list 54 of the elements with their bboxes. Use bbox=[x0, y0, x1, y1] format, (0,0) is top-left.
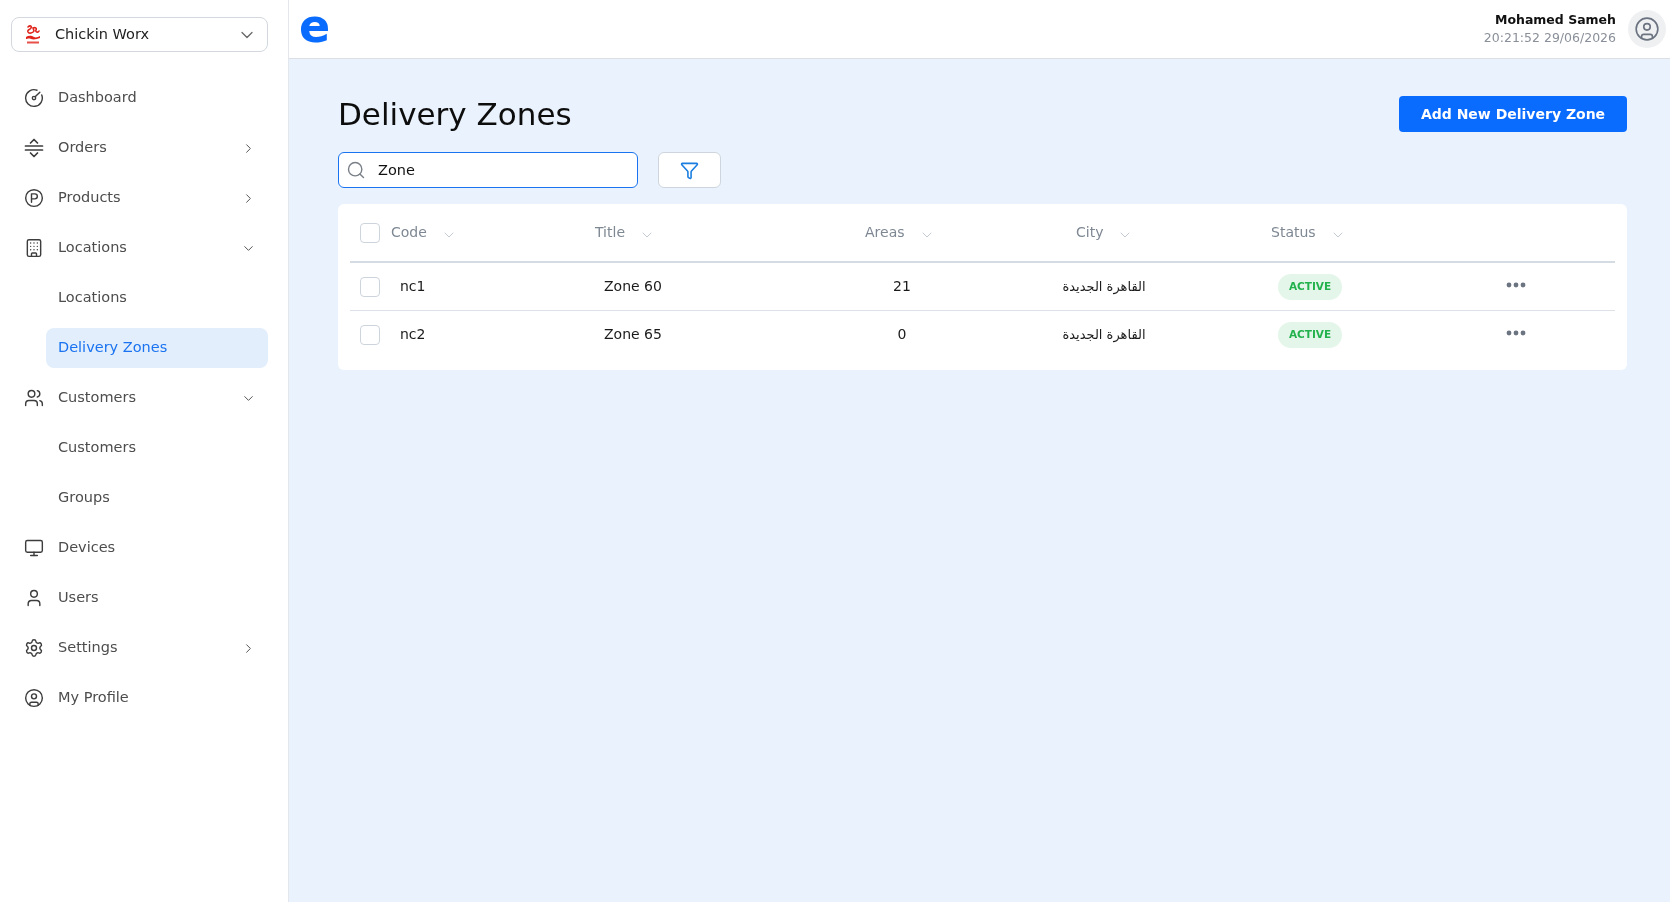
zone-title: Zone 60 bbox=[604, 277, 662, 296]
filter-button[interactable] bbox=[658, 152, 721, 188]
sidebar-subitem[interactable]: Delivery Zones bbox=[46, 328, 268, 368]
app-logo: e bbox=[299, 3, 331, 49]
search-icon bbox=[346, 160, 366, 180]
filter-icon bbox=[680, 160, 699, 180]
status-badge: ACTIVE bbox=[1278, 273, 1342, 300]
sidebar-item[interactable]: Dashboard bbox=[11, 73, 268, 123]
monitor-icon bbox=[24, 538, 44, 558]
zone-code: nc1 bbox=[400, 277, 426, 296]
logo-icon bbox=[25, 24, 41, 45]
column-header[interactable]: Areas bbox=[865, 222, 905, 243]
user-circle-icon bbox=[24, 688, 44, 708]
circled-p-icon bbox=[24, 188, 44, 208]
column-header[interactable]: Code bbox=[391, 222, 427, 243]
users-icon bbox=[24, 388, 44, 408]
add-delivery-zone-button[interactable]: Add New Delivery Zone bbox=[1399, 96, 1627, 132]
sidebar-item[interactable]: Settings bbox=[11, 623, 268, 673]
column-header[interactable]: Status bbox=[1271, 222, 1316, 243]
checkbox[interactable] bbox=[360, 276, 380, 297]
sidebar-item[interactable]: Users bbox=[11, 573, 268, 623]
avatar-icon[interactable] bbox=[1628, 10, 1666, 48]
ellipsis-icon[interactable] bbox=[1506, 281, 1526, 288]
sidebar-item[interactable]: Orders bbox=[11, 123, 268, 173]
user-name: Mohamed Sameh bbox=[1495, 11, 1616, 29]
sidebar-subitem[interactable]: Groups bbox=[46, 478, 268, 518]
city-name: القاهرة الجديدة bbox=[1061, 325, 1147, 345]
zone-code: nc2 bbox=[400, 325, 426, 344]
sidebar-item[interactable]: Devices bbox=[11, 523, 268, 573]
zone-title: Zone 65 bbox=[604, 325, 662, 344]
column-header[interactable]: Title bbox=[595, 222, 625, 243]
sidebar-item[interactable]: Locations bbox=[11, 223, 268, 273]
settings-icon bbox=[24, 638, 44, 658]
areas-count: 0 bbox=[896, 325, 908, 344]
areas-count: 21 bbox=[892, 277, 912, 296]
city-name: القاهرة الجديدة bbox=[1061, 277, 1147, 297]
sidebar-item[interactable]: Products bbox=[11, 173, 268, 223]
sidebar-subitem[interactable]: Customers bbox=[46, 428, 268, 468]
sidebar-item[interactable]: Customers bbox=[11, 373, 268, 423]
gauge-icon bbox=[24, 88, 44, 108]
company-selector[interactable]: Chickin Worx bbox=[11, 17, 268, 52]
checkbox[interactable] bbox=[360, 324, 380, 345]
up-down-arrows-icon bbox=[24, 138, 44, 158]
date-time: 20:21:52 29/06/2026 bbox=[1483, 29, 1616, 47]
building-icon bbox=[24, 238, 44, 258]
search-field[interactable]: Zone bbox=[338, 152, 638, 188]
ellipsis-icon[interactable] bbox=[1506, 329, 1526, 336]
column-header[interactable]: City bbox=[1076, 222, 1104, 243]
page-title: Delivery Zones bbox=[338, 98, 572, 130]
status-badge: ACTIVE bbox=[1278, 321, 1342, 348]
user-icon bbox=[24, 588, 44, 608]
sidebar-subitem[interactable]: Locations bbox=[46, 278, 268, 318]
checkbox[interactable] bbox=[360, 222, 380, 243]
sidebar-item[interactable]: My Profile bbox=[11, 673, 268, 723]
